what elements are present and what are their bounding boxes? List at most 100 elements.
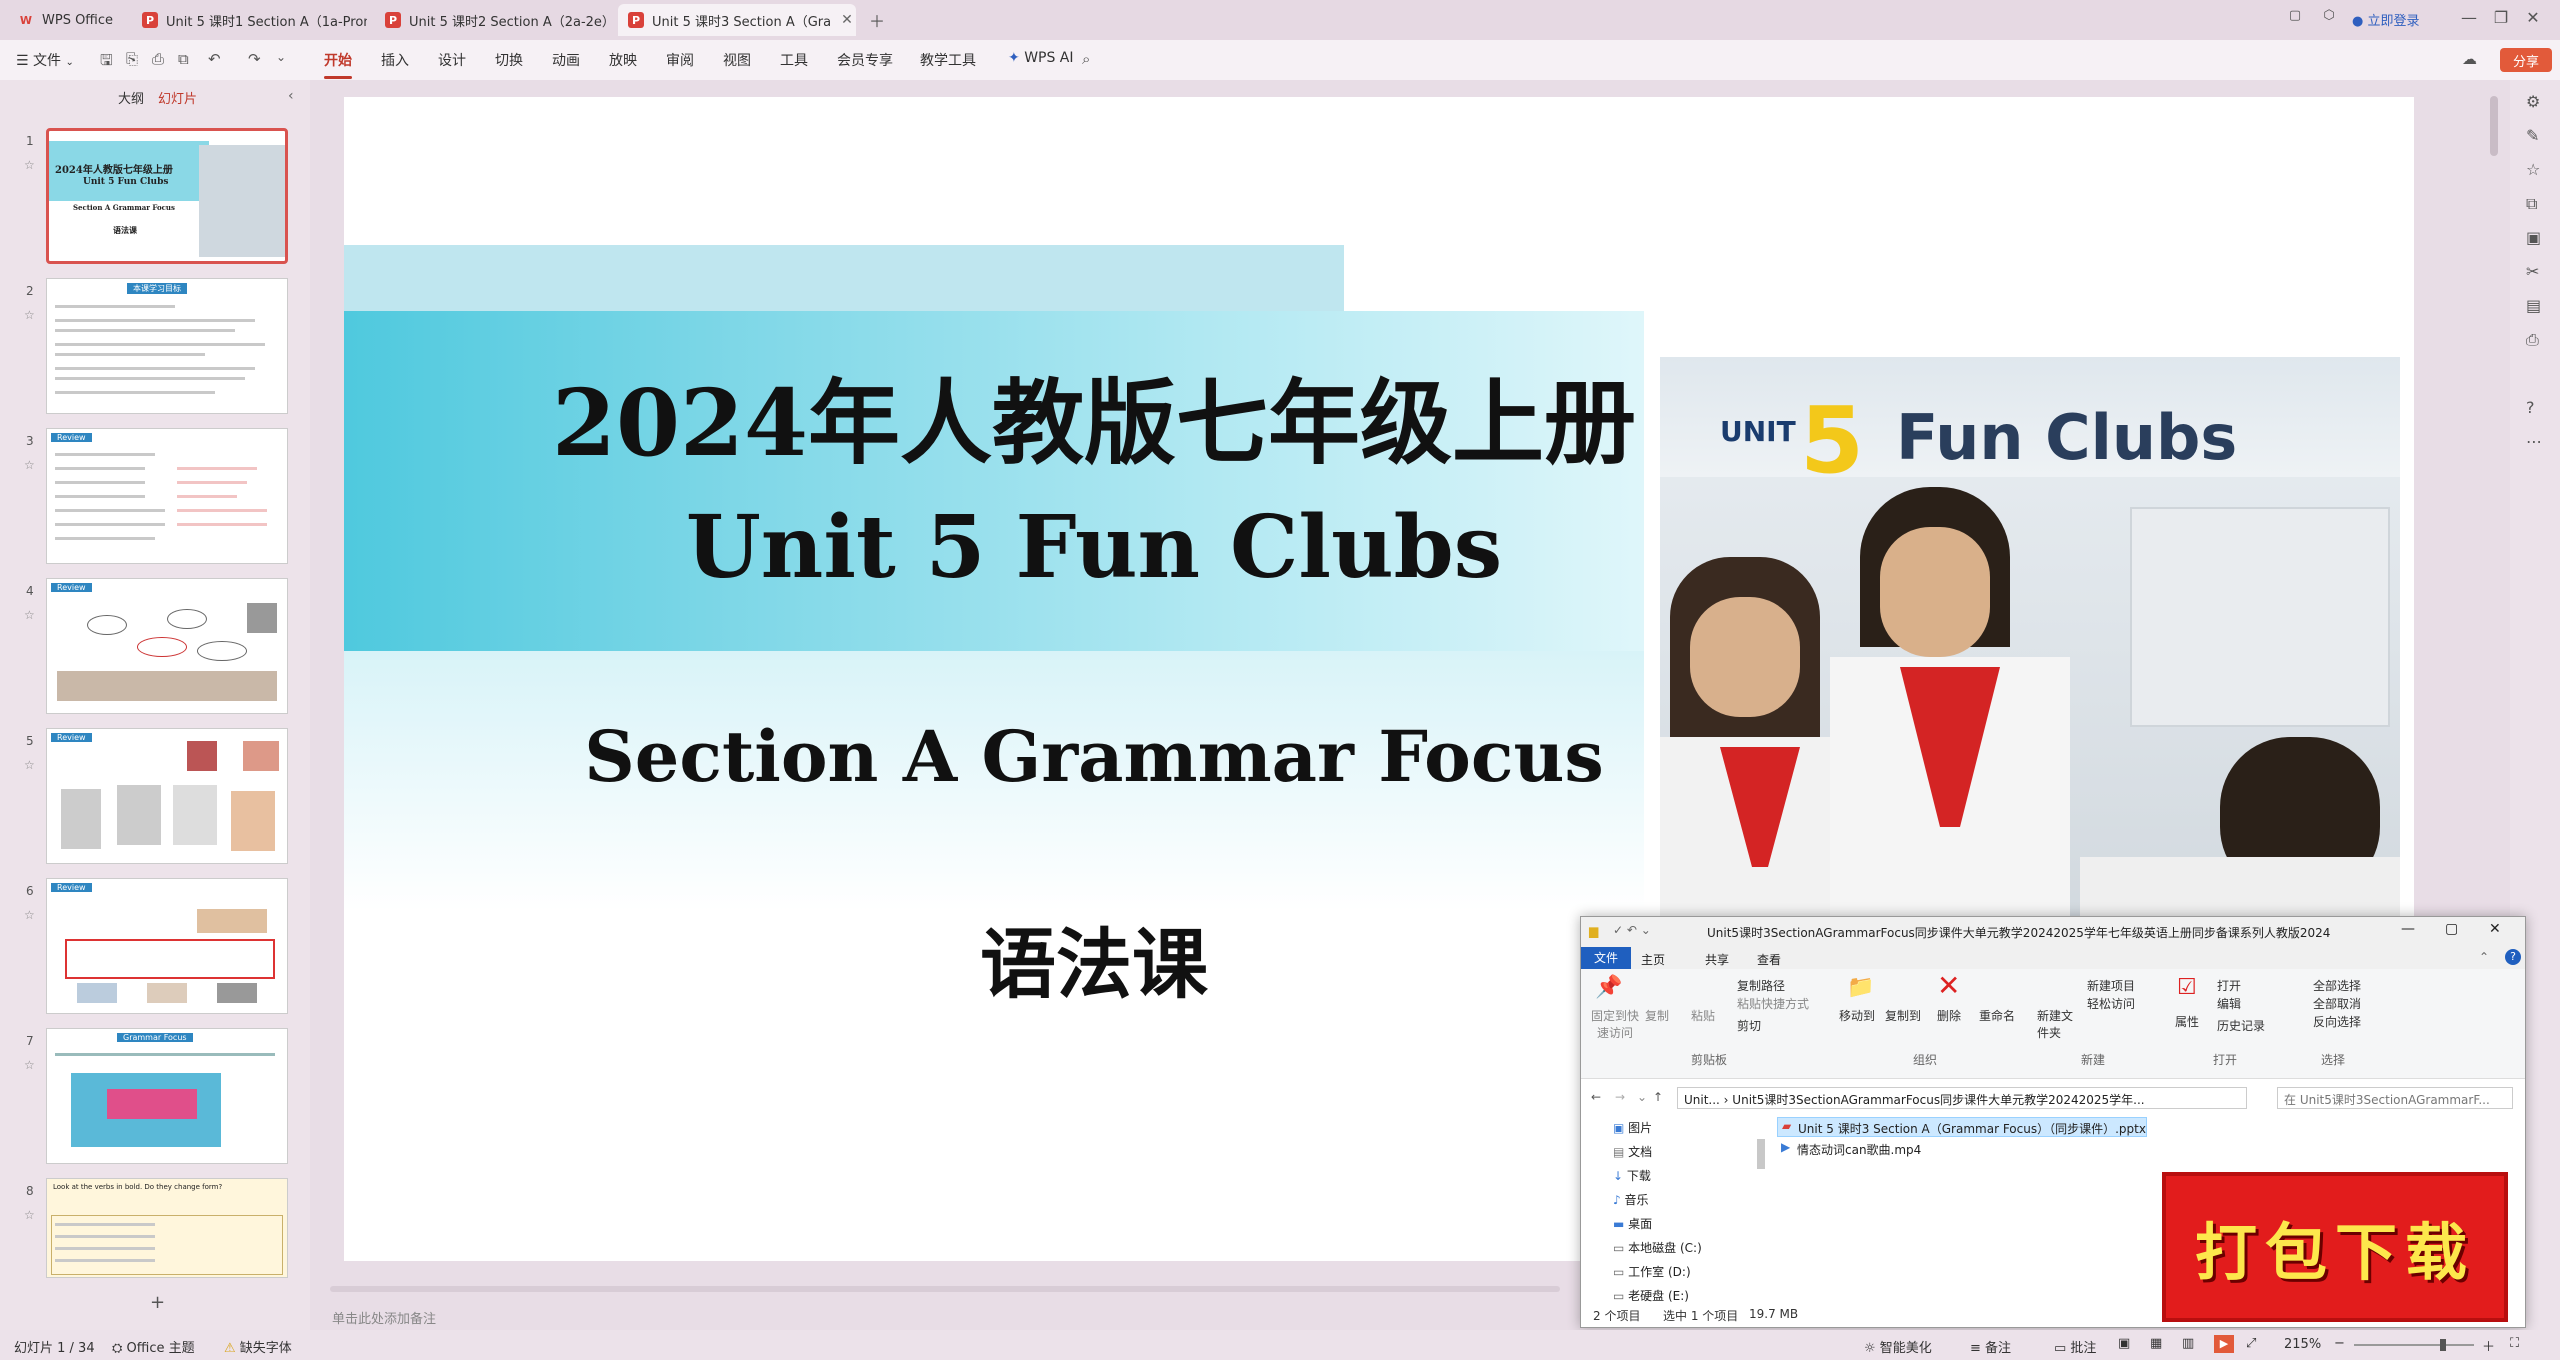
- play-icon[interactable]: ▶: [2214, 1335, 2234, 1353]
- tab-home[interactable]: 主页: [1641, 951, 1665, 968]
- slide-thumbnail-2[interactable]: 本课学习目标: [46, 278, 288, 414]
- print-icon[interactable]: ⎙: [2526, 330, 2539, 350]
- menu-tools[interactable]: 工具: [780, 50, 808, 70]
- star-icon[interactable]: ☆: [24, 308, 35, 322]
- slide-thumbnail-7[interactable]: Grammar Focus: [46, 1028, 288, 1164]
- tab-wps-office[interactable]: W WPS Office: [8, 4, 148, 36]
- more-chevron-icon[interactable]: ⌄: [276, 50, 286, 64]
- collapse-panel-icon[interactable]: ‹: [288, 88, 294, 104]
- ribbon-collapse-icon[interactable]: ⌃: [2479, 950, 2489, 964]
- tab-outline[interactable]: 大纲: [118, 88, 144, 107]
- slide-thumbnail-5[interactable]: Review: [46, 728, 288, 864]
- undo-icon[interactable]: ↶: [208, 50, 221, 68]
- textbook-photo[interactable]: UNIT 5 Fun Clubs: [1660, 357, 2400, 997]
- close-icon[interactable]: ✕: [2489, 921, 2501, 937]
- file-row[interactable]: ▶ 情态动词can歌曲.mp4: [1777, 1139, 2147, 1159]
- invert-selection-button[interactable]: 反向选择: [2313, 1013, 2361, 1030]
- new-folder-button[interactable]: 新建文件夹: [2037, 1007, 2077, 1041]
- file-menu[interactable]: ☰ 文件 ⌄: [16, 50, 74, 70]
- help-icon[interactable]: ?: [2526, 398, 2535, 417]
- zoom-slider-thumb[interactable]: [2440, 1339, 2446, 1351]
- nav-item-drive-c[interactable]: ▭ 本地磁盘 (C:): [1613, 1239, 1702, 1256]
- paste-button[interactable]: 粘贴: [1691, 1007, 1715, 1024]
- slide-subtitle[interactable]: Unit 5 Fun Clubs: [344, 497, 1844, 598]
- easy-access-button[interactable]: 轻松访问: [2087, 995, 2135, 1012]
- move-to-button[interactable]: 移动到: [1839, 1007, 1875, 1024]
- print-icon[interactable]: ⎙: [152, 50, 164, 68]
- grid-view-icon[interactable]: ▦: [2150, 1336, 2162, 1351]
- star-icon[interactable]: ☆: [24, 1208, 35, 1222]
- add-slide-button[interactable]: +: [150, 1292, 165, 1313]
- menu-review[interactable]: 审阅: [666, 50, 694, 70]
- share-button[interactable]: 分享: [2500, 48, 2552, 72]
- cloud-icon[interactable]: ☁: [2462, 50, 2477, 68]
- login-link[interactable]: ● 立即登录: [2352, 10, 2420, 29]
- tab-unit5-lesson3[interactable]: P Unit 5 课时3 Section A（Gra ✕: [618, 4, 856, 36]
- more-icon[interactable]: ⋯: [2526, 432, 2542, 451]
- pin-icon[interactable]: 📌: [1595, 975, 1622, 1000]
- search-field[interactable]: 在 Unit5课时3SectionAGrammarF...: [2277, 1087, 2513, 1109]
- tab-view[interactable]: 查看: [1757, 951, 1781, 968]
- nav-item-music[interactable]: ♪ 音乐: [1613, 1191, 1649, 1208]
- zoom-out-icon[interactable]: −: [2334, 1336, 2345, 1351]
- wps-ai-button[interactable]: ✦ WPS AI: [1008, 50, 1074, 66]
- copy-path-button[interactable]: 复制路径: [1737, 977, 1785, 994]
- select-all-button[interactable]: 全部选择: [2313, 977, 2361, 994]
- slide-title[interactable]: 2024年人教版七年级上册: [344, 349, 1844, 482]
- menu-slideshow[interactable]: 放映: [609, 50, 637, 70]
- export-icon[interactable]: ⎘: [126, 50, 138, 68]
- address-bar[interactable]: Unit... › Unit5课时3SectionAGrammarFocus同步…: [1677, 1087, 2247, 1109]
- zoom-slider[interactable]: [2354, 1344, 2474, 1346]
- horizontal-scrollbar[interactable]: [330, 1286, 1560, 1292]
- quick-access-icons[interactable]: ✓ ↶ ⌄: [1613, 923, 1651, 937]
- help-icon[interactable]: ?: [2505, 949, 2521, 965]
- star-icon[interactable]: ☆: [24, 458, 35, 472]
- restore-icon[interactable]: ❐: [2486, 8, 2516, 32]
- menu-insert[interactable]: 插入: [381, 50, 409, 70]
- star-icon[interactable]: ☆: [2526, 160, 2540, 179]
- download-badge[interactable]: 打包下载: [2162, 1172, 2508, 1322]
- minimize-icon[interactable]: —: [2401, 921, 2415, 937]
- menu-teaching-tools[interactable]: 教学工具: [920, 50, 976, 70]
- tools-icon[interactable]: ✂: [2526, 262, 2539, 281]
- redo-icon[interactable]: ↷: [248, 50, 261, 68]
- new-tab-icon[interactable]: ＋: [862, 8, 892, 32]
- book-icon[interactable]: ▤: [2526, 296, 2541, 315]
- tab-unit5-lesson1[interactable]: P Unit 5 课时1 Section A（1a-Pronun: [132, 4, 367, 36]
- cube-icon[interactable]: ⬡: [2314, 8, 2344, 32]
- star-icon[interactable]: ☆: [24, 608, 35, 622]
- image-icon[interactable]: ▣: [2526, 228, 2541, 247]
- normal-view-icon[interactable]: ▣: [2118, 1336, 2130, 1351]
- back-icon[interactable]: ←: [1591, 1090, 1601, 1104]
- tab-share[interactable]: 共享: [1705, 951, 1729, 968]
- tab-slides[interactable]: 幻灯片: [158, 88, 197, 107]
- delete-button[interactable]: 删除: [1937, 1007, 1961, 1024]
- properties-button[interactable]: 属性: [2175, 1013, 2199, 1030]
- filter-icon[interactable]: ⚙: [2526, 92, 2540, 111]
- copy-icon[interactable]: ⧉: [2526, 194, 2537, 214]
- section-title[interactable]: Section A Grammar Focus: [344, 715, 1844, 798]
- new-item-button[interactable]: 新建项目: [2087, 977, 2135, 994]
- zoom-level[interactable]: 215%: [2284, 1337, 2321, 1352]
- fullscreen-icon[interactable]: ⛶: [2510, 1336, 2519, 1351]
- cut-button[interactable]: 剪切: [1737, 1017, 1761, 1034]
- slide-thumbnail-1[interactable]: 2024年人教版七年级上册 Unit 5 Fun Clubs Section A…: [46, 128, 288, 264]
- slide-thumbnail-6[interactable]: Review: [46, 878, 288, 1014]
- forward-icon[interactable]: →: [1615, 1090, 1625, 1104]
- rename-button[interactable]: 重命名: [1979, 1007, 2015, 1024]
- vertical-scrollbar[interactable]: [2490, 96, 2498, 156]
- menu-view[interactable]: 视图: [723, 50, 751, 70]
- star-icon[interactable]: ☆: [24, 158, 35, 172]
- beautify-button[interactable]: ☼ 智能美化: [1864, 1337, 1932, 1356]
- star-icon[interactable]: ☆: [24, 908, 35, 922]
- zoom-in-icon[interactable]: ＋: [2482, 1336, 2495, 1355]
- format-icon[interactable]: ✎: [2526, 126, 2539, 145]
- history-dropdown-icon[interactable]: ⌄: [1637, 1090, 1647, 1104]
- up-icon[interactable]: ↑: [1653, 1090, 1663, 1104]
- history-button[interactable]: 历史记录: [2217, 1017, 2265, 1034]
- tab-file[interactable]: 文件: [1581, 947, 1631, 969]
- copy-button[interactable]: 复制: [1645, 1007, 1669, 1024]
- menu-design[interactable]: 设计: [438, 50, 466, 70]
- theme-button[interactable]: ⛭ Office 主题: [112, 1337, 195, 1356]
- reading-view-icon[interactable]: ▥: [2182, 1336, 2194, 1351]
